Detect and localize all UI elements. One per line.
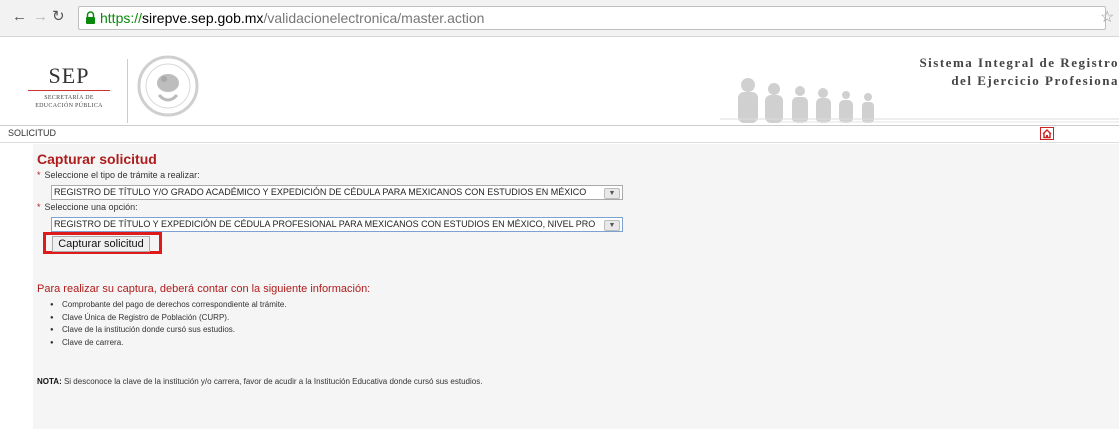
home-icon[interactable] bbox=[1040, 127, 1054, 140]
required-marker: * bbox=[37, 170, 41, 180]
sep-logo: SEP SECRETARÍA DE EDUCACIÓN PÚBLICA bbox=[14, 65, 124, 110]
star-icon[interactable]: ☆ bbox=[1100, 7, 1114, 27]
info-title: Para realizar su captura, deberá contar … bbox=[37, 283, 371, 295]
tramite-select[interactable]: REGISTRO DE TÍTULO Y/O GRADO ACADÉMICO Y… bbox=[51, 185, 623, 200]
chevron-down-icon[interactable]: ▼ bbox=[604, 188, 620, 199]
forward-arrow-icon[interactable]: → bbox=[33, 8, 48, 26]
opcion-label: Seleccione una opción: bbox=[44, 202, 138, 212]
requirements-list: Comprobante del pago de derechos corresp… bbox=[50, 299, 287, 350]
sep-logo-word: SEP bbox=[48, 63, 90, 88]
site-title-line-1: Sistema Integral de Registro bbox=[919, 55, 1119, 70]
url-path: /validacionelectronica/master.action bbox=[263, 10, 485, 26]
logo-divider bbox=[127, 59, 128, 123]
chevron-down-icon[interactable]: ▼ bbox=[604, 220, 620, 231]
list-item: Clave de carrera. bbox=[50, 337, 287, 350]
note-text: Si desconoce la clave de la institución … bbox=[61, 377, 483, 386]
required-marker: * bbox=[37, 202, 41, 212]
tramite-label: Seleccione el tipo de trámite a realizar… bbox=[44, 170, 200, 180]
lock-icon bbox=[86, 11, 95, 24]
decorative-lines bbox=[720, 118, 1119, 123]
opcion-select-value: REGISTRO DE TÍTULO Y EXPEDICIÓN DE CÉDUL… bbox=[54, 219, 596, 229]
breadcrumb-label: SOLICITUD bbox=[8, 128, 57, 138]
site-title: Sistema Integral de Registro del Ejercic… bbox=[889, 54, 1119, 90]
capturar-solicitud-button[interactable]: Capturar solicitud bbox=[52, 236, 150, 252]
national-seal-icon bbox=[137, 55, 199, 117]
site-header: SEP SECRETARÍA DE EDUCACIÓN PÚBLICA Sist… bbox=[0, 37, 1119, 126]
tramite-label-row: * Seleccione el tipo de trámite a realiza… bbox=[37, 170, 200, 180]
browser-toolbar: ← → ↻ https://sirepve.sep.gob.mx/validac… bbox=[0, 0, 1119, 37]
url-host: sirepve.sep.gob.mx bbox=[142, 10, 264, 26]
opcion-select[interactable]: REGISTRO DE TÍTULO Y EXPEDICIÓN DE CÉDUL… bbox=[51, 217, 623, 232]
site-title-line-2: del Ejercicio Profesiona bbox=[951, 73, 1119, 88]
back-arrow-icon[interactable]: ← bbox=[12, 8, 27, 26]
sep-logo-subtitle-1: SECRETARÍA DE bbox=[44, 95, 94, 101]
opcion-label-row: * Seleccione una opción: bbox=[37, 202, 138, 212]
url-text: https://sirepve.sep.gob.mx/validacionele… bbox=[100, 9, 484, 27]
note: NOTA: Si desconoce la clave de la instit… bbox=[37, 377, 482, 386]
list-item: Clave Única de Registro de Población (CU… bbox=[50, 312, 287, 325]
list-item: Clave de la institución donde cursó sus … bbox=[50, 324, 287, 337]
main-content: Capturar solicitud * Seleccione el tipo d… bbox=[33, 144, 1119, 429]
breadcrumb: SOLICITUD bbox=[0, 126, 1119, 143]
tramite-select-value: REGISTRO DE TÍTULO Y/O GRADO ACADÉMICO Y… bbox=[54, 187, 587, 197]
reload-icon[interactable]: ↻ bbox=[52, 8, 65, 26]
sep-logo-subtitle-2: EDUCACIÓN PÚBLICA bbox=[35, 103, 103, 109]
page-title: Capturar solicitud bbox=[37, 151, 157, 167]
list-item: Comprobante del pago de derechos corresp… bbox=[50, 299, 287, 312]
url-protocol: https:// bbox=[100, 10, 143, 26]
address-bar[interactable]: https://sirepve.sep.gob.mx/validacionele… bbox=[78, 6, 1106, 30]
note-label: NOTA: bbox=[37, 377, 62, 386]
